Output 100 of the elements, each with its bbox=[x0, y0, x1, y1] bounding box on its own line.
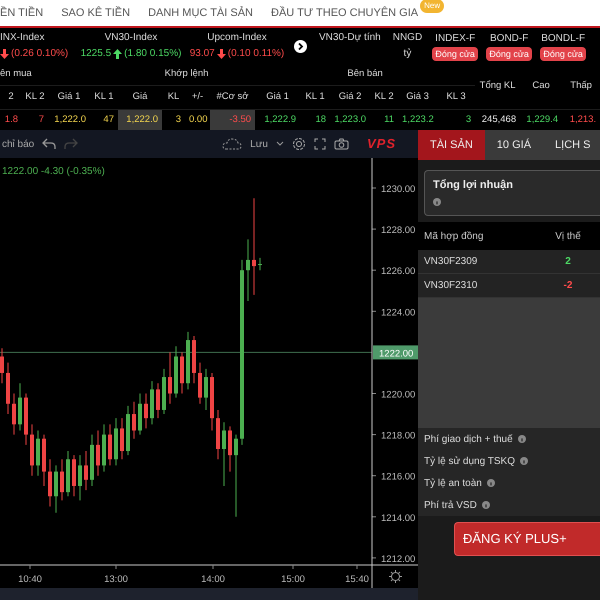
cell-value: 18 bbox=[315, 114, 326, 125]
index-change: (0.26 0.10%) bbox=[11, 47, 68, 61]
position-value: -2 bbox=[562, 279, 574, 293]
candle bbox=[258, 257, 262, 271]
candle bbox=[210, 372, 214, 431]
caret-icon[interactable] bbox=[276, 141, 284, 147]
candle bbox=[138, 393, 142, 436]
down-arrow-icon bbox=[216, 49, 226, 59]
nav-link[interactable]: DANH MỤC TÀI SẢN bbox=[148, 4, 253, 22]
nav-link[interactable]: ĐẦU TƯ THEO CHUYÊN GIA bbox=[271, 4, 418, 22]
candle bbox=[54, 464, 58, 514]
status-badge: Đóng cửa bbox=[486, 47, 532, 61]
candle bbox=[30, 424, 34, 476]
candle bbox=[156, 382, 160, 419]
candle bbox=[60, 458, 64, 501]
cell-value: 1,222.0 bbox=[54, 114, 86, 125]
column-header: KL 2 bbox=[25, 90, 45, 102]
cell-value: 1.8 bbox=[4, 114, 18, 125]
cell-value: 1,222.0 bbox=[126, 114, 158, 125]
cell-value: 3 bbox=[176, 114, 181, 125]
column-header: KL 1 bbox=[305, 90, 325, 102]
metric-label: Phí giao dịch + thuế bbox=[424, 432, 513, 446]
index-value: 93.07 bbox=[190, 47, 215, 61]
panel-tab[interactable]: TÀI SẢN bbox=[418, 130, 485, 160]
candle bbox=[18, 382, 22, 431]
candle bbox=[204, 368, 208, 410]
group-header: ên mua bbox=[0, 68, 32, 80]
index-change: (1.80 0.15%) bbox=[124, 47, 182, 61]
cell-value: 1,213. bbox=[570, 114, 596, 125]
indicators-button[interactable]: chỉ báo bbox=[2, 136, 34, 152]
panel-tab[interactable]: 10 GIÁ bbox=[484, 130, 544, 160]
estimate-label: NNGD bbox=[392, 31, 422, 45]
contract-code: VN30F2310 bbox=[423, 279, 478, 293]
candle bbox=[144, 393, 148, 429]
info-icon bbox=[520, 457, 528, 465]
price-legend: 1222.00 -4.30 (-0.35%) bbox=[2, 166, 105, 177]
settings-icon[interactable] bbox=[389, 570, 402, 583]
cell-value: -3.50 bbox=[229, 114, 252, 125]
price-tick: 1216.00 bbox=[381, 472, 416, 483]
price-tick: 1224.00 bbox=[381, 307, 416, 318]
summary-title: Tổng lợi nhuận bbox=[433, 178, 514, 193]
index-value: 1225.5 bbox=[80, 47, 112, 61]
candle bbox=[228, 426, 232, 472]
candle bbox=[42, 434, 46, 486]
column-header: Giá 3 bbox=[406, 90, 429, 102]
cloud-icon[interactable] bbox=[222, 138, 242, 150]
camera-icon[interactable] bbox=[334, 138, 349, 150]
column-header: Giá 1 bbox=[58, 90, 80, 102]
undo-icon[interactable] bbox=[42, 138, 56, 150]
nav-link[interactable]: ỀN TIỀN bbox=[0, 4, 44, 22]
price-tick: 1220.00 bbox=[381, 390, 416, 400]
cell-value: 47 bbox=[103, 114, 114, 125]
logo: VPS bbox=[366, 135, 396, 154]
price-tick: 1214.00 bbox=[381, 512, 416, 524]
column-header: Tổng KL bbox=[480, 80, 516, 92]
up-arrow-icon bbox=[113, 49, 122, 59]
cell-value: 1,222.9 bbox=[264, 114, 296, 125]
candle bbox=[72, 454, 76, 497]
cell-value: 1,229.4 bbox=[526, 114, 558, 125]
cell-value: 7 bbox=[38, 114, 44, 125]
position-value: 2 bbox=[564, 255, 572, 269]
candle bbox=[150, 380, 154, 425]
time-tick: 14:00 bbox=[201, 574, 225, 585]
time-tick: 15:00 bbox=[281, 574, 305, 585]
candle bbox=[186, 331, 190, 390]
down-arrow-icon bbox=[0, 49, 9, 59]
settings-icon[interactable] bbox=[292, 137, 306, 151]
time-tick: 10:40 bbox=[18, 574, 42, 585]
cell-value: 0.00 bbox=[189, 114, 208, 125]
metric-label: Phí trả VSD bbox=[424, 498, 477, 512]
candle bbox=[102, 424, 106, 472]
save-button[interactable]: Lưu bbox=[250, 136, 268, 152]
candle bbox=[126, 405, 130, 456]
cell-value: 3 bbox=[466, 114, 472, 125]
candle bbox=[0, 348, 4, 384]
info-icon bbox=[433, 198, 441, 206]
candle bbox=[24, 393, 28, 446]
metric-label: Tỷ lệ sử dụng TSKQ bbox=[424, 454, 515, 468]
candle bbox=[6, 362, 10, 415]
column-header: Giá 2 bbox=[338, 90, 362, 102]
price-tick: 1226.00 bbox=[381, 266, 416, 278]
panel-tab[interactable]: LỊCH S bbox=[543, 130, 600, 160]
register-button[interactable]: ĐĂNG KÝ PLUS+ bbox=[454, 522, 600, 556]
candle bbox=[198, 362, 202, 404]
candle bbox=[222, 422, 226, 486]
unit-label: tỷ bbox=[404, 47, 412, 61]
nav-link[interactable]: SAO KÊ TIỀN bbox=[61, 4, 130, 22]
info-icon bbox=[482, 501, 490, 509]
time-tick: 15:40 bbox=[345, 574, 369, 585]
metric-label: Tỷ lệ an toàn bbox=[424, 476, 482, 490]
last-price-label: 1222.00 bbox=[373, 345, 418, 360]
index-name: VN30-Index bbox=[104, 31, 158, 45]
candle bbox=[48, 458, 52, 508]
candle bbox=[132, 401, 136, 440]
info-icon bbox=[518, 435, 526, 443]
candle bbox=[192, 335, 196, 384]
fullscreen-icon[interactable] bbox=[314, 138, 326, 150]
column-header: Giá 1 bbox=[266, 90, 289, 102]
status-badge: Đóng cửa bbox=[432, 47, 478, 61]
column-header: Vị thế bbox=[554, 230, 582, 244]
